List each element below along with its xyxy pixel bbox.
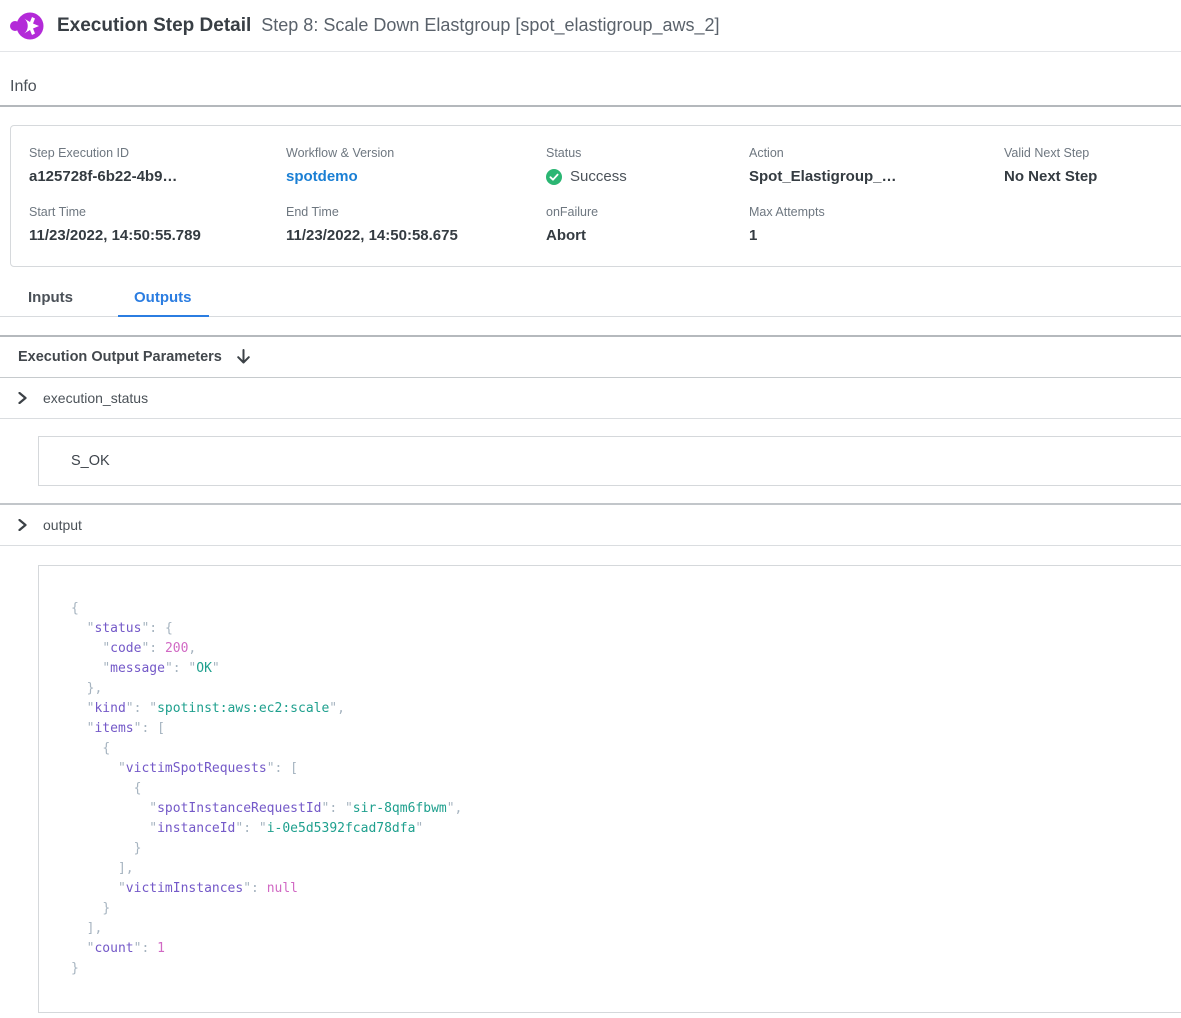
chevron-right-icon: [17, 392, 28, 404]
field-workflow-version: Workflow & Version spotdemo: [286, 146, 546, 185]
field-label: End Time: [286, 205, 546, 219]
page-subtitle: Step 8: Scale Down Elastgroup [spot_elas…: [261, 15, 719, 36]
field-value: a125728f-6b22-4b9…: [29, 168, 286, 185]
field-label: Start Time: [29, 205, 286, 219]
status-text: Success: [570, 168, 627, 185]
page-header: Execution Step Detail Step 8: Scale Down…: [0, 0, 1181, 52]
field-value: Abort: [546, 227, 749, 244]
chevron-right-icon: [17, 519, 28, 531]
param-name: output: [43, 517, 82, 533]
field-value: 1: [749, 227, 1004, 244]
param-row-execution-status[interactable]: execution_status: [0, 378, 1181, 419]
tab-outputs[interactable]: Outputs: [118, 280, 209, 317]
field-start-time: Start Time 11/23/2022, 14:50:55.789: [29, 205, 286, 244]
field-label: Action: [749, 146, 1004, 160]
output-json-text: { "status": { "code": 200, "message": "O…: [71, 599, 1154, 979]
status-badge: Success: [546, 168, 749, 185]
grid-spacer: [1004, 205, 1168, 244]
field-end-time: End Time 11/23/2022, 14:50:58.675: [286, 205, 546, 244]
workflow-link[interactable]: spotdemo: [286, 168, 546, 185]
execution-output-parameters-title: Execution Output Parameters: [18, 349, 222, 365]
field-max-attempts: Max Attempts 1: [749, 205, 1004, 244]
param-name: execution_status: [43, 390, 148, 406]
output-value-wrap: { "status": { "code": 200, "message": "O…: [0, 546, 1181, 1013]
execution-output-parameters-header: Execution Output Parameters: [0, 337, 1181, 378]
field-label: Max Attempts: [749, 205, 1004, 219]
info-grid: Step Execution ID a125728f-6b22-4b9… Wor…: [29, 146, 1168, 244]
output-json-viewer: { "status": { "code": 200, "message": "O…: [38, 565, 1181, 1013]
field-label: onFailure: [546, 205, 749, 219]
field-on-failure: onFailure Abort: [546, 205, 749, 244]
field-label: Valid Next Step: [1004, 146, 1168, 160]
page-title: Execution Step Detail: [57, 15, 251, 37]
field-step-execution-id: Step Execution ID a125728f-6b22-4b9…: [29, 146, 286, 185]
field-label: Workflow & Version: [286, 146, 546, 160]
field-label: Status: [546, 146, 749, 160]
itential-logo-icon: [10, 11, 44, 41]
execution-status-value-wrap: S_OK: [0, 419, 1181, 505]
tabs: Inputs Outputs: [0, 280, 1181, 317]
field-action: Action Spot_Elastigroup_…: [749, 146, 1004, 185]
field-value: 11/23/2022, 14:50:58.675: [286, 227, 546, 244]
info-card: Step Execution ID a125728f-6b22-4b9… Wor…: [10, 125, 1181, 267]
field-status: Status Success: [546, 146, 749, 185]
execution-status-value: S_OK: [38, 436, 1181, 486]
check-circle-icon: [546, 169, 562, 185]
field-label: Step Execution ID: [29, 146, 286, 160]
field-value: No Next Step: [1004, 168, 1168, 185]
field-value: Spot_Elastigroup_…: [749, 168, 1004, 185]
field-value: 11/23/2022, 14:50:55.789: [29, 227, 286, 244]
field-valid-next-step: Valid Next Step No Next Step: [1004, 146, 1168, 185]
param-row-output[interactable]: output: [0, 505, 1181, 546]
tab-inputs[interactable]: Inputs: [12, 280, 90, 316]
info-section-heading: Info: [0, 78, 1181, 107]
down-arrow-icon[interactable]: [236, 349, 251, 365]
